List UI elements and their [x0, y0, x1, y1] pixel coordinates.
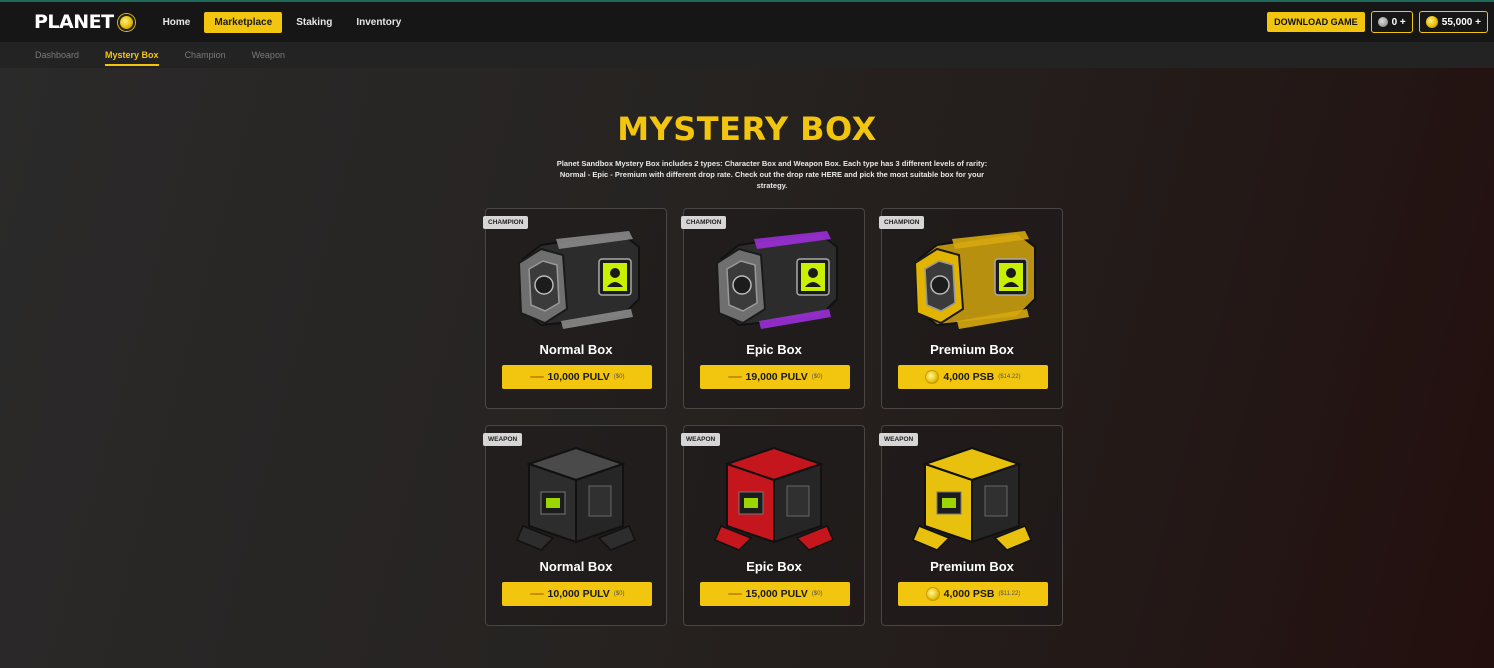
box-name: Premium Box	[930, 342, 1014, 357]
nav-inventory[interactable]: Inventory	[346, 12, 411, 33]
box-price-usd: ($0)	[811, 591, 823, 597]
subnav-champion[interactable]: Champion	[185, 44, 226, 66]
mystery-box-grid: CHAMPION Normal Box 10,000 PULV ($0) CHA…	[483, 208, 1063, 626]
box-price-usd: ($11.22)	[998, 591, 1021, 597]
champion-premium-box-image[interactable]	[897, 225, 1047, 343]
box-price-usd: ($0)	[613, 591, 625, 597]
box-name: Normal Box	[539, 559, 613, 574]
nav-home[interactable]: Home	[153, 12, 201, 33]
psb-balance: 55,000 +	[1441, 16, 1481, 28]
box-price: 19,000 PULV	[745, 371, 808, 383]
page-title: MYSTERY BOX	[617, 110, 877, 148]
box-price: 10,000 PULV	[547, 588, 610, 600]
top-navigation-bar: PLANET Home Marketplace Staking Inventor…	[0, 0, 1494, 42]
psb-coin-icon	[925, 370, 940, 384]
mystery-box-card[interactable]: WEAPON Normal Box 10,000 PULV ($0)	[483, 425, 667, 626]
download-game-button[interactable]: DOWNLOAD GAME	[1267, 12, 1365, 32]
buy-box-button[interactable]: 4,000 PSB ($14.22)	[898, 365, 1048, 389]
subnav-weapon[interactable]: Weapon	[252, 44, 285, 66]
header-tools: DOWNLOAD GAME 0 + 55,000 +	[1267, 11, 1488, 33]
mystery-box-card[interactable]: WEAPON Epic Box 15,000 PULV ($0)	[681, 425, 865, 626]
mystery-box-card[interactable]: CHAMPION Normal Box 10,000 PULV ($0)	[483, 208, 667, 409]
mystery-box-card[interactable]: CHAMPION Premium Box 4,000 PSB ($14.22)	[879, 208, 1063, 409]
logo-text: PLANET	[34, 11, 114, 33]
nav-marketplace[interactable]: Marketplace	[204, 11, 283, 33]
planet-sandbox-logo[interactable]: PLANET	[34, 11, 135, 33]
mystery-box-card[interactable]: CHAMPION Epic Box 19,000 PULV ($0)	[681, 208, 865, 409]
weapon-epic-box-image[interactable]	[699, 442, 849, 560]
gas-balance: 0 +	[1391, 16, 1406, 28]
box-price-usd: ($0)	[811, 374, 823, 380]
page-description: Planet Sandbox Mystery Box includes 2 ty…	[556, 159, 988, 190]
box-name: Epic Box	[746, 559, 802, 574]
box-name: Normal Box	[539, 342, 613, 357]
main-nav: Home Marketplace Staking Inventory	[153, 11, 412, 33]
box-price: 15,000 PULV	[745, 588, 808, 600]
pulv-icon	[529, 593, 544, 595]
box-price-usd: ($0)	[613, 374, 625, 380]
weapon-premium-box-image[interactable]	[897, 442, 1047, 560]
box-price: 4,000 PSB	[943, 588, 995, 600]
gas-wallet-button[interactable]: 0 +	[1370, 11, 1413, 33]
buy-box-button[interactable]: 10,000 PULV ($0)	[502, 365, 652, 389]
psb-coin-icon	[925, 587, 940, 601]
champion-epic-box-image[interactable]	[699, 225, 849, 343]
buy-box-button[interactable]: 4,000 PSB ($11.22)	[898, 582, 1048, 606]
champion-normal-box-image[interactable]	[501, 225, 651, 343]
subnav-mystery-box[interactable]: Mystery Box	[105, 44, 159, 66]
sub-navigation-bar: Dashboard Mystery Box Champion Weapon	[0, 42, 1494, 68]
pulv-icon	[727, 376, 742, 378]
box-price: 10,000 PULV	[547, 371, 610, 383]
mystery-box-card[interactable]: WEAPON Premium Box 4,000 PSB ($11.22)	[879, 425, 1063, 626]
buy-box-button[interactable]: 19,000 PULV ($0)	[700, 365, 850, 389]
box-name: Epic Box	[746, 342, 802, 357]
box-price: 4,000 PSB	[943, 371, 995, 383]
pulv-icon	[529, 376, 544, 378]
box-price-usd: ($14.22)	[998, 374, 1021, 380]
buy-box-button[interactable]: 15,000 PULV ($0)	[700, 582, 850, 606]
subnav-dashboard[interactable]: Dashboard	[35, 44, 79, 66]
buy-box-button[interactable]: 10,000 PULV ($0)	[502, 582, 652, 606]
psb-wallet-button[interactable]: 55,000 +	[1418, 11, 1488, 33]
pulv-icon	[727, 593, 742, 595]
weapon-normal-box-image[interactable]	[501, 442, 651, 560]
gas-token-icon	[1377, 17, 1388, 27]
nav-staking[interactable]: Staking	[286, 12, 342, 33]
psb-coin-icon	[1425, 16, 1438, 28]
box-name: Premium Box	[930, 559, 1014, 574]
planet-logo-icon	[117, 13, 135, 31]
